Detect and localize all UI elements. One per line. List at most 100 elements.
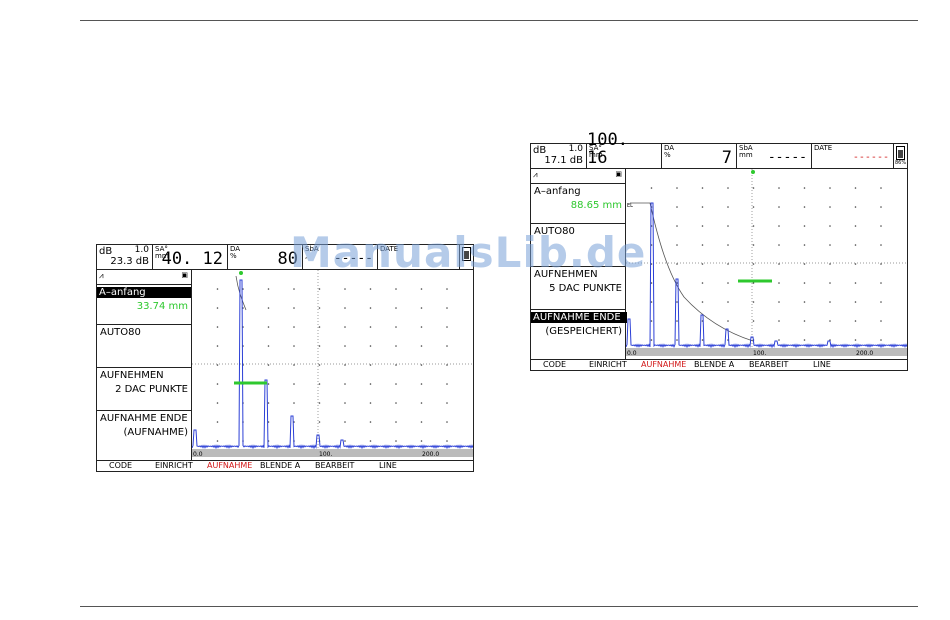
grid-dot [369, 364, 372, 366]
a-scan-plot: 0.0 100. 200.0 [191, 270, 474, 458]
grid-dot [369, 288, 372, 290]
probe-icon: ⩘ [99, 271, 104, 280]
battery-icon [896, 146, 905, 160]
tab-aufnahme[interactable]: AUFNAHME [641, 360, 686, 370]
grid-dot [778, 282, 780, 284]
param-label: A–anfang [534, 186, 581, 197]
tab-blende-a[interactable]: BLENDE A [260, 461, 300, 471]
grid-dot [395, 326, 397, 328]
grid-dot [854, 206, 857, 208]
tab-bearbeit[interactable]: BEARBEIT [315, 461, 354, 471]
grid-dot [701, 339, 704, 341]
tab-bearbeit[interactable]: BEARBEIT [749, 360, 788, 370]
bottom-rule [80, 606, 918, 607]
date-label: DATE [814, 144, 833, 152]
scale-mid: 100. [753, 350, 766, 357]
grid-dot [880, 206, 882, 208]
battery-indicator: 86% [894, 144, 907, 168]
grid-dot [344, 421, 346, 423]
a-scan-display[interactable]: 0.0 100. 200.0 [191, 270, 474, 461]
a-scan-display[interactable]: EL 0.0 100. 200.0 [625, 169, 908, 360]
grid-dot [880, 187, 882, 189]
dac-curve [630, 202, 754, 342]
param-label: AUTO80 [100, 327, 141, 338]
grid-dot [267, 364, 270, 366]
grid-dot [752, 244, 755, 246]
tab-line[interactable]: LINE [379, 461, 397, 471]
grid-dot [803, 339, 806, 341]
tab-code[interactable]: CODE [543, 360, 566, 370]
grid-dot [778, 301, 780, 303]
grid-dot [344, 345, 346, 347]
grid-dot [701, 187, 704, 189]
grid-dot [446, 364, 448, 366]
grid-dot [854, 263, 857, 265]
grid-dot [216, 383, 219, 385]
tab-einricht[interactable]: EINRICHT [155, 461, 193, 471]
save-icon: ▣ [615, 170, 622, 178]
gain-readout[interactable]: dB 1.0 23.3 dB [97, 245, 153, 269]
grid-dot [318, 288, 321, 290]
grid-dot [318, 345, 321, 347]
scale-start: 0.0 [193, 451, 203, 458]
grid-dot [369, 326, 372, 328]
grid-dot [701, 282, 704, 284]
grid-dot [650, 320, 653, 322]
a-scan-plot: EL 0.0 100. 200.0 [625, 169, 908, 357]
grid-dot [216, 364, 219, 366]
param-value: (GESPEICHERT) [545, 326, 622, 337]
tab-einricht[interactable]: EINRICHT [589, 360, 627, 370]
param-record-end[interactable]: AUFNAHME ENDE (AUFNAHME) [97, 411, 191, 452]
scale-end: 200.0 [856, 350, 873, 357]
grid-dot [267, 307, 270, 309]
grid-dot [880, 225, 882, 227]
grid-dot [752, 320, 755, 322]
grid-dot [676, 187, 678, 189]
tab-blende-a[interactable]: BLENDE A [694, 360, 734, 370]
grid-dot [829, 225, 831, 227]
grid-dot [318, 383, 321, 385]
gain-value: 23.3 dB [110, 256, 149, 267]
scale-mid: 100. [319, 451, 332, 458]
tab-aufnahme[interactable]: AUFNAHME [207, 461, 252, 471]
grid-dot [752, 206, 755, 208]
tab-line[interactable]: LINE [813, 360, 831, 370]
grid-dot [446, 421, 448, 423]
grid-dot [216, 402, 219, 404]
grid-dot [727, 187, 729, 189]
grid-dots [650, 187, 882, 341]
sba-label: SbA mm [739, 144, 753, 159]
grid-dot [676, 206, 678, 208]
grid-dot [420, 440, 423, 442]
grid-dot [829, 187, 831, 189]
grid-dot [727, 282, 729, 284]
grid-dot [803, 244, 806, 246]
grid-dot [420, 307, 423, 309]
grid-dot [829, 320, 831, 322]
grid-dot [446, 402, 448, 404]
grid-dot [318, 421, 321, 423]
grid-dot [727, 301, 729, 303]
grid-dot [293, 383, 295, 385]
grid-dot [293, 364, 295, 366]
grid-dot [854, 339, 857, 341]
grid-dot [880, 320, 882, 322]
param-label: AUFNEHMEN [100, 370, 164, 381]
grid-dot [854, 225, 857, 227]
gain-readout[interactable]: dB 1.0 17.1 dB [531, 144, 587, 168]
grid-dot [650, 339, 653, 341]
grid-dot [318, 402, 321, 404]
param-a-start[interactable]: A–anfang 33.74 mm [97, 285, 191, 325]
param-a-start[interactable]: A–anfang 88.65 mm [531, 184, 625, 224]
param-auto80[interactable]: AUTO80 [97, 325, 191, 368]
param-record[interactable]: AUFNEHMEN 2 DAC PUNKTE [97, 368, 191, 411]
param-record-end[interactable]: AUFNAHME ENDE (GESPEICHERT) [531, 310, 627, 351]
grid-dot [803, 206, 806, 208]
grid-dot [395, 364, 397, 366]
param-value: 33.74 mm [136, 301, 188, 312]
date-readout: DATE ------ [812, 144, 894, 168]
grid-dot [293, 288, 295, 290]
grid-dot [880, 282, 882, 284]
grid-dot [803, 225, 806, 227]
tab-code[interactable]: CODE [109, 461, 132, 471]
